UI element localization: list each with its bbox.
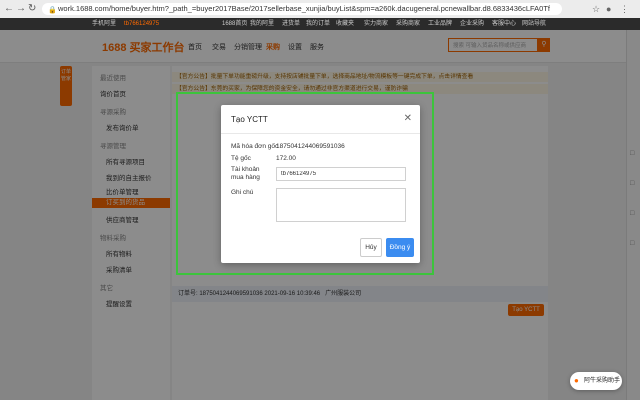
topbar-item[interactable]: 我的订单 xyxy=(306,18,330,30)
purchase-assistant-button[interactable]: ● 阿牛采购助手 xyxy=(570,372,622,390)
menu-icon[interactable]: ⋮ xyxy=(620,4,629,15)
star-icon[interactable]: ☆ xyxy=(592,4,600,15)
topbar-item[interactable]: 进货单 xyxy=(282,18,300,30)
assistant-icon: ● xyxy=(574,376,579,385)
cancel-button[interactable]: Hủy xyxy=(360,238,382,257)
topbar-item[interactable]: 采购商家 xyxy=(396,18,420,30)
topbar-item[interactable]: 1688首页 xyxy=(222,18,247,30)
divider xyxy=(221,133,420,134)
total-value: 172.00 xyxy=(276,155,296,162)
reload-icon[interactable]: ↻ xyxy=(28,3,36,14)
topbar-item[interactable]: 我的阿里 xyxy=(250,18,274,30)
note-field[interactable] xyxy=(276,188,406,222)
note-label: Ghi chú xyxy=(231,189,254,196)
total-label: Tệ gốc xyxy=(231,155,251,162)
topbar-item[interactable]: 工业品牌 xyxy=(428,18,452,30)
site-topbar: 手机阿里 tb766124975 1688首页 我的阿里 进货单 我的订单 收藏… xyxy=(0,18,640,30)
account-field[interactable] xyxy=(276,167,406,181)
address-bar[interactable]: 🔒 work.1688.com/home/buyer.htm?_path_=bu… xyxy=(42,3,562,15)
create-yctt-dialog: Tạo YCTT ✕ Mã hóa đơn gốc 18750412440695… xyxy=(221,105,420,263)
topbar-item[interactable]: 实力商家 xyxy=(364,18,388,30)
topbar-item[interactable]: 收藏夹 xyxy=(336,18,354,30)
lock-icon: 🔒 xyxy=(48,7,57,14)
topbar-account[interactable]: tb766124975 xyxy=(124,18,159,30)
address-bar-url: work.1688.com/home/buyer.htm?_path_=buye… xyxy=(58,4,550,13)
invoice-value: 1875041244069591036 xyxy=(276,143,345,150)
arrow-left-icon[interactable]: ← xyxy=(4,3,14,14)
confirm-button[interactable]: Đồng ý xyxy=(386,238,414,257)
browser-chrome: ← → ↻ 🔒 work.1688.com/home/buyer.htm?_pa… xyxy=(0,0,640,19)
account-label: Tài khoản mua hàng xyxy=(231,166,260,181)
extension-icon[interactable]: ● xyxy=(606,4,611,14)
topbar-item[interactable]: 企业采购 xyxy=(460,18,484,30)
dialog-title: Tạo YCTT xyxy=(231,115,268,124)
arrow-right-icon[interactable]: → xyxy=(16,3,26,14)
assistant-label: 阿牛采购助手 xyxy=(584,378,621,384)
invoice-label: Mã hóa đơn gốc xyxy=(231,143,279,150)
topbar-item[interactable]: 手机阿里 xyxy=(92,18,116,30)
close-icon[interactable]: ✕ xyxy=(404,113,412,124)
topbar-item[interactable]: 网站导航 xyxy=(522,18,546,30)
topbar-item[interactable]: 客服中心 xyxy=(492,18,516,30)
